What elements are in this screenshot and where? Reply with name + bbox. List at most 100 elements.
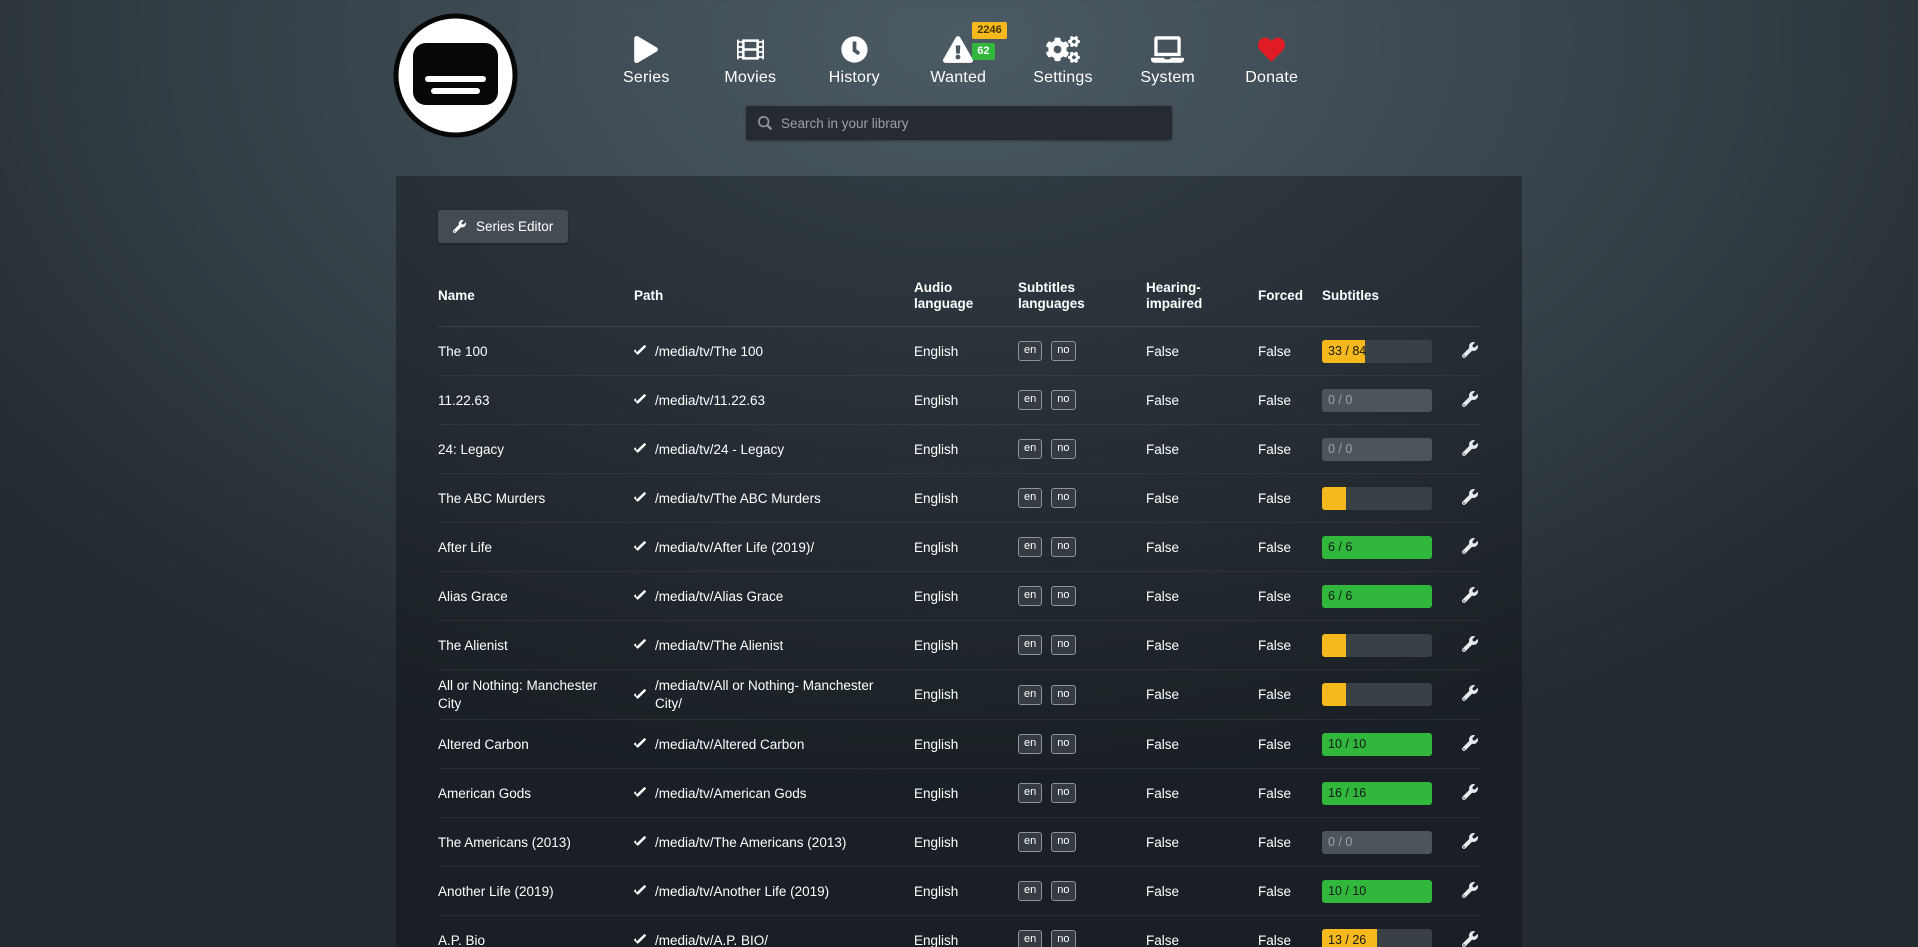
edit-series-button[interactable] [1460,438,1480,461]
forced-value: False [1258,736,1322,754]
subtitles-languages-cell: enno [1018,881,1146,901]
series-name[interactable]: The ABC Murders [438,490,634,508]
series-name[interactable]: Another Life (2019) [438,883,634,901]
subtitles-languages-cell: enno [1018,734,1146,754]
audio-language: English [914,637,1018,655]
series-path: /media/tv/After Life (2019)/ [634,539,914,557]
subtitles-languages-cell: enno [1018,488,1146,508]
audio-language: English [914,490,1018,508]
edit-series-button[interactable] [1460,831,1480,854]
subtitles-progress-fill: 33 / 84 [1322,340,1365,363]
subtitles-languages-cell: enno [1018,439,1146,459]
hearing-impaired-value: False [1146,637,1258,655]
edit-series-button[interactable] [1460,880,1480,903]
subtitles-progress-bar: 13 / 26 [1322,929,1432,947]
nav-item-movies[interactable]: Movies [721,36,779,87]
series-path: /media/tv/A.P. BIO/ [634,932,914,947]
forced-value: False [1258,539,1322,557]
check-icon [634,541,646,553]
language-badge: en [1018,832,1042,852]
edit-series-button[interactable] [1460,536,1480,559]
series-path-text: /media/tv/The ABC Murders [655,490,821,508]
nav-label-series: Series [623,69,670,87]
edit-series-button[interactable] [1460,634,1480,657]
subtitles-languages-cell: enno [1018,685,1146,705]
table-row: All or Nothing: Manchester City /media/t… [438,670,1480,720]
nav-label-movies: Movies [724,69,776,87]
series-name[interactable]: All or Nothing: Manchester City [438,677,634,712]
series-name[interactable]: Altered Carbon [438,736,634,754]
nav-item-series[interactable]: Series [617,36,675,87]
forced-value: False [1258,637,1322,655]
edit-series-button[interactable] [1460,782,1480,805]
row-action-cell [1460,929,1480,947]
table-row: The ABC Murders /media/tv/The ABC Murder… [438,474,1480,523]
series-editor-button[interactable]: Series Editor [438,210,568,243]
series-name[interactable]: The Alienist [438,637,634,655]
hearing-impaired-value: False [1146,441,1258,459]
table-row: The Americans (2013) /media/tv/The Ameri… [438,818,1480,867]
main-nav: Series Movies History 2246 62 Wanted Set… [0,36,1918,87]
series-name[interactable]: The 100 [438,343,634,361]
subtitles-progress-text: 10 / 10 [1322,736,1366,752]
edit-series-button[interactable] [1460,487,1480,510]
check-icon [634,394,646,406]
edit-series-button[interactable] [1460,389,1480,412]
table-body: The 100 /media/tv/The 100 English enno F… [438,327,1480,947]
language-badge: en [1018,685,1042,705]
subtitles-progress-fill: 0 / 0 [1322,438,1432,461]
nav-item-history[interactable]: History [825,36,883,87]
wrench-icon [1462,833,1478,849]
edit-series-button[interactable] [1460,585,1480,608]
edit-series-button[interactable] [1460,929,1480,947]
series-name[interactable]: After Life [438,539,634,557]
play-icon [634,36,658,63]
language-badge: no [1051,537,1075,557]
language-badge: en [1018,390,1042,410]
subtitles-cell [1322,487,1454,510]
hearing-impaired-value: False [1146,588,1258,606]
audio-language: English [914,588,1018,606]
edit-series-button[interactable] [1460,340,1480,363]
row-action-cell [1460,683,1480,706]
col-header-forced: Forced [1258,288,1322,304]
subtitles-languages-cell: enno [1018,832,1146,852]
subtitles-languages-cell: enno [1018,390,1146,410]
series-name[interactable]: Alias Grace [438,588,634,606]
search-input[interactable] [781,116,1160,131]
nav-item-settings[interactable]: Settings [1033,36,1092,87]
subtitles-progress-text: 33 / 84 [1322,343,1366,359]
language-badge: en [1018,881,1042,901]
series-path-text: /media/tv/American Gods [655,785,807,803]
edit-series-button[interactable] [1460,683,1480,706]
series-name[interactable]: American Gods [438,785,634,803]
language-badge: en [1018,586,1042,606]
language-badge: en [1018,488,1042,508]
wrench-icon [1462,391,1478,407]
forced-value: False [1258,932,1322,947]
search-bar [746,106,1172,140]
wrench-icon [1462,931,1478,947]
subtitles-cell: 10 / 10 [1322,880,1454,903]
col-header-subtitles: Subtitles [1322,288,1454,304]
edit-series-button[interactable] [1460,733,1480,756]
check-icon [634,443,646,455]
subtitles-progress-fill: 10 / 10 [1322,733,1432,756]
wrench-icon [1462,342,1478,358]
subtitles-progress-text: 0 / 0 [1322,441,1352,457]
series-name[interactable]: The Americans (2013) [438,834,634,852]
series-name[interactable]: 24: Legacy [438,441,634,459]
series-name[interactable]: 11.22.63 [438,392,634,410]
series-path: /media/tv/All or Nothing- Manchester Cit… [634,677,914,712]
series-path-text: /media/tv/11.22.63 [655,392,765,410]
language-badge: en [1018,439,1042,459]
nav-label-wanted: Wanted [930,69,986,87]
language-badge: no [1051,390,1075,410]
wanted-movies-count-badge: 62 [972,43,994,60]
audio-language: English [914,539,1018,557]
nav-item-donate[interactable]: Donate [1243,36,1301,87]
nav-item-wanted[interactable]: 2246 62 Wanted [929,36,987,87]
series-name[interactable]: A.P. Bio [438,932,634,947]
audio-language: English [914,441,1018,459]
nav-item-system[interactable]: System [1139,36,1197,87]
